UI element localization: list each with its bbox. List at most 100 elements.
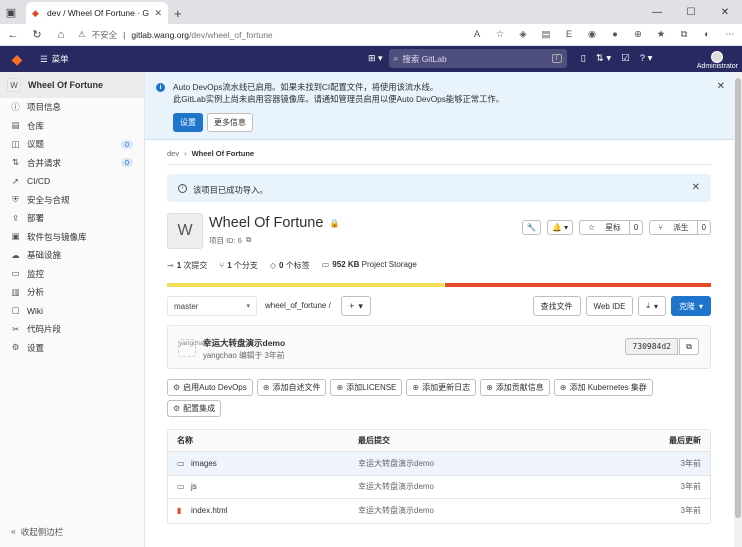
- table-row[interactable]: ▭ js 幸运大转盘演示demo 3年前: [168, 476, 710, 499]
- close-window-button[interactable]: ✕: [708, 0, 742, 24]
- tags-stat[interactable]: ◇ 0 个标签: [270, 260, 310, 271]
- add-file-dropdown[interactable]: + ▾: [341, 296, 371, 316]
- help-icon[interactable]: ? ▾: [640, 53, 653, 64]
- commit-title[interactable]: 幸运大转盘演示demo: [203, 337, 285, 349]
- settings-button[interactable]: 设置: [173, 113, 203, 132]
- gitlab-logo-icon[interactable]: ◆: [8, 50, 26, 68]
- quick-action-button[interactable]: ⚙ 配置集成: [167, 400, 222, 417]
- window-menu-icon[interactable]: ▣: [0, 0, 22, 24]
- breadcrumb-project[interactable]: Wheel Of Fortune: [192, 149, 255, 158]
- branches-label: 个分支: [233, 261, 258, 270]
- issues-icon[interactable]: ▯: [581, 53, 586, 64]
- star-button[interactable]: ☆ 星标 0: [579, 220, 644, 235]
- sidebar-item-6[interactable]: ⇪ 部署: [0, 209, 144, 228]
- profile-icon[interactable]: ◐: [701, 29, 713, 40]
- admin-button[interactable]: 🔧: [521, 220, 542, 235]
- new-item-icon[interactable]: ⊞ ▾: [368, 53, 383, 64]
- commit-author[interactable]: yangchao: [203, 351, 237, 360]
- repo-path-root[interactable]: wheel_of_fortune: [265, 301, 326, 310]
- star-count[interactable]: 0: [628, 221, 642, 234]
- url-field[interactable]: ⚠ 不安全 | gitlab.wang.org/dev/wheel_of_for…: [78, 29, 438, 41]
- table-row[interactable]: ▮ index.html 幸运大转盘演示demo 3年前: [168, 499, 710, 523]
- sidebar-item-4[interactable]: ➚ CI/CD: [0, 172, 144, 191]
- find-file-button[interactable]: 查找文件: [532, 296, 581, 316]
- sidebar-item-13[interactable]: ⚙ 设置: [0, 339, 144, 358]
- favorites-bar-icon[interactable]: ★: [655, 29, 667, 40]
- sidebar-item-0[interactable]: ⓘ 项目信息: [0, 98, 144, 117]
- sidebar-item-10[interactable]: ▥ 分析: [0, 283, 144, 302]
- quick-action-button[interactable]: ⊕ 添加 Kubernetes 集群: [553, 379, 653, 396]
- merge-requests-icon[interactable]: ⇅ ▾: [596, 53, 611, 64]
- user-menu[interactable]: Administrator: [697, 51, 738, 71]
- close-icon[interactable]: ✕: [692, 182, 700, 193]
- sidebar-item-11[interactable]: ▢ Wiki: [0, 302, 144, 321]
- sidebar-item-8[interactable]: ☁ 基础设施: [0, 246, 144, 265]
- extension-icon[interactable]: E: [563, 29, 575, 40]
- extension-icon[interactable]: ●: [609, 29, 621, 40]
- branches-stat[interactable]: ⑂ 1 个分支: [219, 260, 258, 271]
- browser-tab[interactable]: ◆ dev / Wheel Of Fortune · GitLab ✕: [26, 2, 168, 24]
- favorite-icon[interactable]: ☆: [494, 29, 506, 40]
- sidebar-item-5[interactable]: ⛨ 安全与合规: [0, 191, 144, 210]
- url-host: gitlab.wang.org: [131, 29, 190, 40]
- breadcrumb-group[interactable]: dev: [167, 149, 179, 158]
- main-menu-button[interactable]: ☰ 菜单: [40, 53, 69, 65]
- quick-action-button[interactable]: ⊕ 添加贡献信息: [480, 379, 550, 396]
- back-icon[interactable]: ←: [6, 29, 20, 41]
- web-ide-button[interactable]: Web IDE: [585, 296, 634, 316]
- home-icon[interactable]: ⌂: [54, 29, 68, 41]
- search-input[interactable]: ⌕ 搜索 GitLab /: [388, 49, 567, 68]
- maximize-button[interactable]: ☐: [674, 0, 708, 24]
- branch-selector[interactable]: master ▾: [167, 296, 257, 316]
- breadcrumb: dev › Wheel Of Fortune: [167, 149, 254, 158]
- commits-stat[interactable]: ⊸ 1 次提交: [167, 260, 207, 271]
- notification-button[interactable]: 🔔 ▾: [547, 220, 574, 235]
- close-icon[interactable]: ✕: [717, 81, 725, 92]
- file-last-commit[interactable]: 幸运大转盘演示demo: [358, 505, 590, 516]
- extension-icon[interactable]: ◈: [517, 29, 529, 40]
- extension-icon[interactable]: ⊕: [632, 29, 644, 40]
- collections-icon[interactable]: ⧉: [678, 29, 690, 40]
- minimize-button[interactable]: —: [640, 0, 674, 24]
- more-info-button[interactable]: 更多信息: [207, 113, 253, 132]
- sidebar-item-9[interactable]: ▭ 监控: [0, 265, 144, 284]
- collapse-sidebar-button[interactable]: « 收起侧边栏: [11, 526, 63, 538]
- scrollbar-thumb[interactable]: [735, 78, 741, 518]
- fork-button[interactable]: ⑂ 派生 0: [649, 220, 711, 235]
- sidebar-item-2[interactable]: ◫ 议题 0: [0, 135, 144, 154]
- file-last-commit[interactable]: 幸运大转盘演示demo: [358, 458, 590, 469]
- commit-sha[interactable]: 730984d2: [625, 338, 678, 355]
- close-tab-icon[interactable]: ✕: [154, 8, 162, 19]
- file-last-commit[interactable]: 幸运大转盘演示demo: [358, 481, 590, 492]
- chevron-down-icon: ▾: [246, 303, 250, 310]
- clone-button[interactable]: 克隆 ▾: [670, 296, 711, 316]
- file-name[interactable]: images: [191, 459, 217, 468]
- quick-action-button[interactable]: ⊕ 添加更新日志: [406, 379, 477, 396]
- more-icon[interactable]: ⋯: [724, 29, 736, 40]
- copy-icon[interactable]: ⧉: [246, 235, 251, 246]
- sidebar-item-3[interactable]: ⇅ 合并请求 0: [0, 154, 144, 173]
- quick-action-label: 添加更新日志: [422, 383, 471, 392]
- fork-count[interactable]: 0: [696, 221, 710, 234]
- sidebar-item-12[interactable]: ✂ 代码片段: [0, 320, 144, 339]
- file-name[interactable]: index.html: [191, 506, 227, 515]
- extension-icon[interactable]: ◉: [586, 29, 598, 40]
- todo-icon[interactable]: ☑: [621, 53, 630, 64]
- file-name[interactable]: js: [191, 482, 197, 491]
- download-button[interactable]: ⤓ ▾: [638, 296, 666, 316]
- info-icon: i: [156, 83, 165, 92]
- refresh-icon[interactable]: ↻: [30, 28, 44, 41]
- quick-action-button[interactable]: ⊕ 添加自述文件: [256, 379, 327, 396]
- file-name-cell: ▭ js: [168, 482, 358, 491]
- table-row[interactable]: ▭ images 幸运大转盘演示demo 3年前: [168, 452, 710, 476]
- read-aloud-icon[interactable]: A: [471, 29, 483, 40]
- sidebar-project-header[interactable]: W Wheel Of Fortune: [0, 72, 144, 98]
- sidebar-item-1[interactable]: ▤ 仓库: [0, 117, 144, 136]
- page-scrollbar[interactable]: [734, 72, 742, 547]
- quick-action-button[interactable]: ⊕ 添加LICENSE: [330, 379, 403, 396]
- extension-icon[interactable]: ▤: [540, 29, 552, 40]
- new-tab-button[interactable]: +: [174, 2, 182, 24]
- copy-sha-button[interactable]: ⧉: [679, 338, 699, 355]
- sidebar-item-7[interactable]: ▣ 软件包与镜像库: [0, 228, 144, 247]
- quick-action-button[interactable]: ⚙ 启用Auto DevOps: [167, 379, 253, 396]
